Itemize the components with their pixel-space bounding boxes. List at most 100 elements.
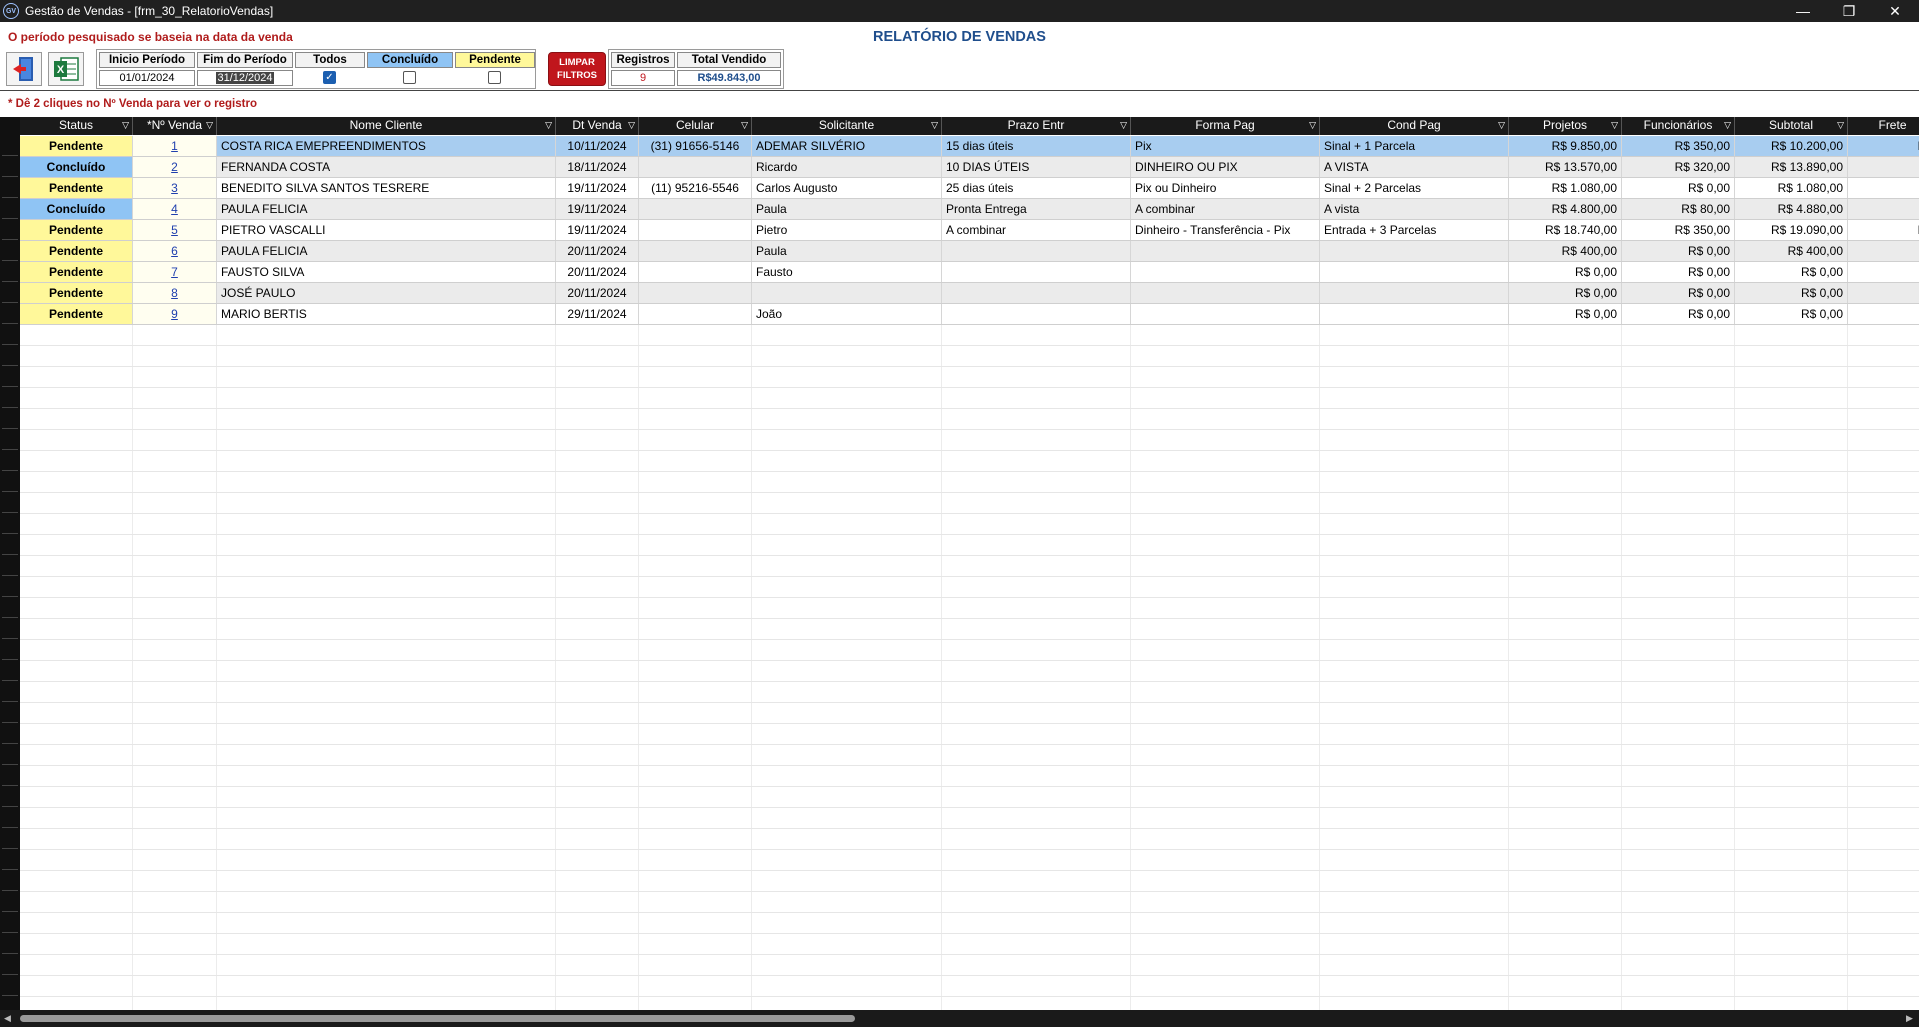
row-selector[interactable] xyxy=(2,430,18,450)
filter-dropdown-icon[interactable]: ▽ xyxy=(1309,117,1316,134)
filter-dropdown-icon[interactable]: ▽ xyxy=(1837,117,1844,134)
row-selector[interactable] xyxy=(2,997,18,1010)
scroll-right-icon[interactable]: ▶ xyxy=(1906,1013,1913,1024)
cell-sale-number[interactable]: 3 xyxy=(133,178,217,198)
cell-sale-number[interactable]: 7 xyxy=(133,262,217,282)
filter-dropdown-icon[interactable]: ▽ xyxy=(122,117,129,134)
row-selector[interactable] xyxy=(2,808,18,828)
row-selector[interactable] xyxy=(2,829,18,849)
table-row[interactable]: Pendente 8 JOSÉ PAULO 20/11/2024 R$ 0,00 R$ 0… xyxy=(20,283,1919,304)
start-period-input[interactable]: 01/01/2024 xyxy=(99,70,195,86)
table-row[interactable]: Pendente 5 PIETRO VASCALLI 19/11/2024 Pietro… xyxy=(20,220,1919,241)
filter-all-checkbox[interactable]: ✓ xyxy=(323,71,336,84)
filter-dropdown-icon[interactable]: ▽ xyxy=(1724,117,1731,134)
column-header-payment-method[interactable]: Forma Pag ▽ xyxy=(1131,117,1320,135)
row-selector[interactable] xyxy=(2,703,18,723)
row-selector[interactable] xyxy=(2,577,18,597)
table-row[interactable]: Concluído 4 PAULA FELICIA 19/11/2024 Paula Pr… xyxy=(20,199,1919,220)
table-row[interactable]: Pendente 3 BENEDITO SILVA SANTOS TESRERE 19… xyxy=(20,178,1919,199)
scrollbar-thumb[interactable] xyxy=(20,1015,855,1022)
cell-sale-number[interactable]: 1 xyxy=(133,136,217,156)
maximize-button[interactable]: ❐ xyxy=(1826,0,1872,22)
row-selector[interactable] xyxy=(2,556,18,576)
column-header-projects[interactable]: Projetos ▽ xyxy=(1509,117,1622,135)
row-selector[interactable] xyxy=(2,871,18,891)
row-selector[interactable] xyxy=(2,640,18,660)
row-selector[interactable] xyxy=(2,745,18,765)
column-header-sale-number[interactable]: *Nº Venda ▽ xyxy=(133,117,217,135)
row-selector[interactable] xyxy=(2,787,18,807)
row-selector[interactable] xyxy=(2,535,18,555)
row-selector[interactable] xyxy=(2,325,18,345)
row-selector[interactable] xyxy=(2,682,18,702)
column-header-sale-date[interactable]: Dt Venda ▽ xyxy=(556,117,639,135)
horizontal-scrollbar[interactable]: ◀ ▶ xyxy=(0,1010,1919,1027)
cell-sale-number[interactable]: 2 xyxy=(133,157,217,177)
row-selector[interactable] xyxy=(2,241,18,261)
row-selector[interactable] xyxy=(2,913,18,933)
row-selector[interactable] xyxy=(2,514,18,534)
filter-done-checkbox[interactable] xyxy=(403,71,416,84)
table-row[interactable]: Concluído 2 FERNANDA COSTA 18/11/2024 Ricard… xyxy=(20,157,1919,178)
row-selector[interactable] xyxy=(2,955,18,975)
table-row[interactable]: Pendente 7 FAUSTO SILVA 20/11/2024 Fausto R$ … xyxy=(20,262,1919,283)
filter-dropdown-icon[interactable]: ▽ xyxy=(206,117,213,134)
column-header-requester[interactable]: Solicitante ▽ xyxy=(752,117,942,135)
filter-dropdown-icon[interactable]: ▽ xyxy=(1498,117,1505,134)
row-selector[interactable] xyxy=(2,220,18,240)
table-row[interactable]: Pendente 9 MARIO BERTIS 29/11/2024 João R$ 0,… xyxy=(20,304,1919,325)
row-selector[interactable] xyxy=(2,346,18,366)
filter-dropdown-icon[interactable]: ▽ xyxy=(628,117,635,134)
minimize-button[interactable]: — xyxy=(1780,0,1826,22)
row-selector[interactable] xyxy=(2,661,18,681)
cell-sale-number[interactable]: 5 xyxy=(133,220,217,240)
filter-dropdown-icon[interactable]: ▽ xyxy=(931,117,938,134)
row-selector[interactable] xyxy=(2,850,18,870)
row-selector[interactable] xyxy=(2,451,18,471)
row-selector[interactable] xyxy=(2,136,18,156)
column-header-status[interactable]: Status ▽ xyxy=(20,117,133,135)
row-selector[interactable] xyxy=(2,934,18,954)
row-selector[interactable] xyxy=(2,472,18,492)
column-header-freight[interactable]: Frete xyxy=(1848,117,1919,135)
row-selector[interactable] xyxy=(2,619,18,639)
row-selector[interactable] xyxy=(2,178,18,198)
row-selector[interactable] xyxy=(2,388,18,408)
table-row[interactable]: Pendente 1 COSTA RICA EMEPREENDIMENTOS 10/1… xyxy=(20,136,1919,157)
row-selector[interactable] xyxy=(2,157,18,177)
filter-dropdown-icon[interactable]: ▽ xyxy=(1120,117,1127,134)
cell-sale-number[interactable]: 8 xyxy=(133,283,217,303)
column-header-client-name[interactable]: Nome Cliente ▽ xyxy=(217,117,556,135)
filter-dropdown-icon[interactable]: ▽ xyxy=(545,117,552,134)
column-header-cellphone[interactable]: Celular ▽ xyxy=(639,117,752,135)
row-selector[interactable] xyxy=(2,766,18,786)
row-selector[interactable] xyxy=(2,493,18,513)
cell-sale-number[interactable]: 9 xyxy=(133,304,217,324)
column-header-delivery-term[interactable]: Prazo Entr ▽ xyxy=(942,117,1131,135)
cell-sale-number[interactable]: 6 xyxy=(133,241,217,261)
row-selector[interactable] xyxy=(2,409,18,429)
end-period-input[interactable]: 31/12/2024 xyxy=(197,70,293,86)
column-header-subtotal[interactable]: Subtotal ▽ xyxy=(1735,117,1848,135)
filter-dropdown-icon[interactable]: ▽ xyxy=(741,117,748,134)
table-row[interactable]: Pendente 6 PAULA FELICIA 20/11/2024 Paula R$ … xyxy=(20,241,1919,262)
column-header-employees[interactable]: Funcionários ▽ xyxy=(1622,117,1735,135)
row-selector[interactable] xyxy=(2,598,18,618)
cell-sale-number[interactable]: 4 xyxy=(133,199,217,219)
close-button[interactable]: ✕ xyxy=(1872,0,1918,22)
column-header-payment-condition[interactable]: Cond Pag ▽ xyxy=(1320,117,1509,135)
row-selector[interactable] xyxy=(2,976,18,996)
clear-filters-button[interactable]: LIMPAR FILTROS xyxy=(548,52,606,86)
scroll-left-icon[interactable]: ◀ xyxy=(4,1013,11,1024)
row-selector[interactable] xyxy=(2,283,18,303)
row-selector[interactable] xyxy=(2,199,18,219)
row-selector[interactable] xyxy=(2,892,18,912)
exit-button[interactable] xyxy=(6,52,42,86)
row-selector[interactable] xyxy=(2,262,18,282)
filter-dropdown-icon[interactable]: ▽ xyxy=(1611,117,1618,134)
row-selector[interactable] xyxy=(2,367,18,387)
filter-pending-checkbox[interactable] xyxy=(488,71,501,84)
excel-export-button[interactable]: X xyxy=(48,52,84,86)
row-selector[interactable] xyxy=(2,724,18,744)
row-selector[interactable] xyxy=(2,304,18,324)
